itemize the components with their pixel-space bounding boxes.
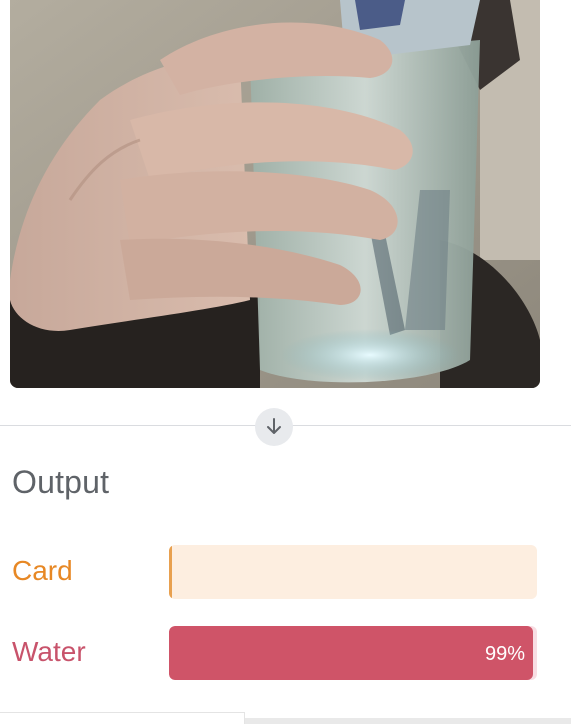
confidence-fill-card [169,545,172,599]
panel-footer-shadow [245,718,571,724]
confidence-bar-card [169,545,537,599]
output-title: Output [12,464,110,500]
confidence-bar-water: 99% [169,626,537,680]
class-row-water: Water 99% [0,624,571,682]
webcam-preview [10,0,540,388]
teachable-model-preview: Output Card Water 99% [0,0,571,724]
class-row-card: Card [0,543,571,601]
class-label-card: Card [12,555,73,586]
class-label-water: Water [12,636,86,667]
output-panel: Output Card Water 99% [0,426,571,716]
confidence-percent-water: 99% [484,643,525,665]
panel-footer-edge [0,712,245,724]
confidence-fill-water [169,626,534,680]
webcam-frame-image [10,0,540,388]
